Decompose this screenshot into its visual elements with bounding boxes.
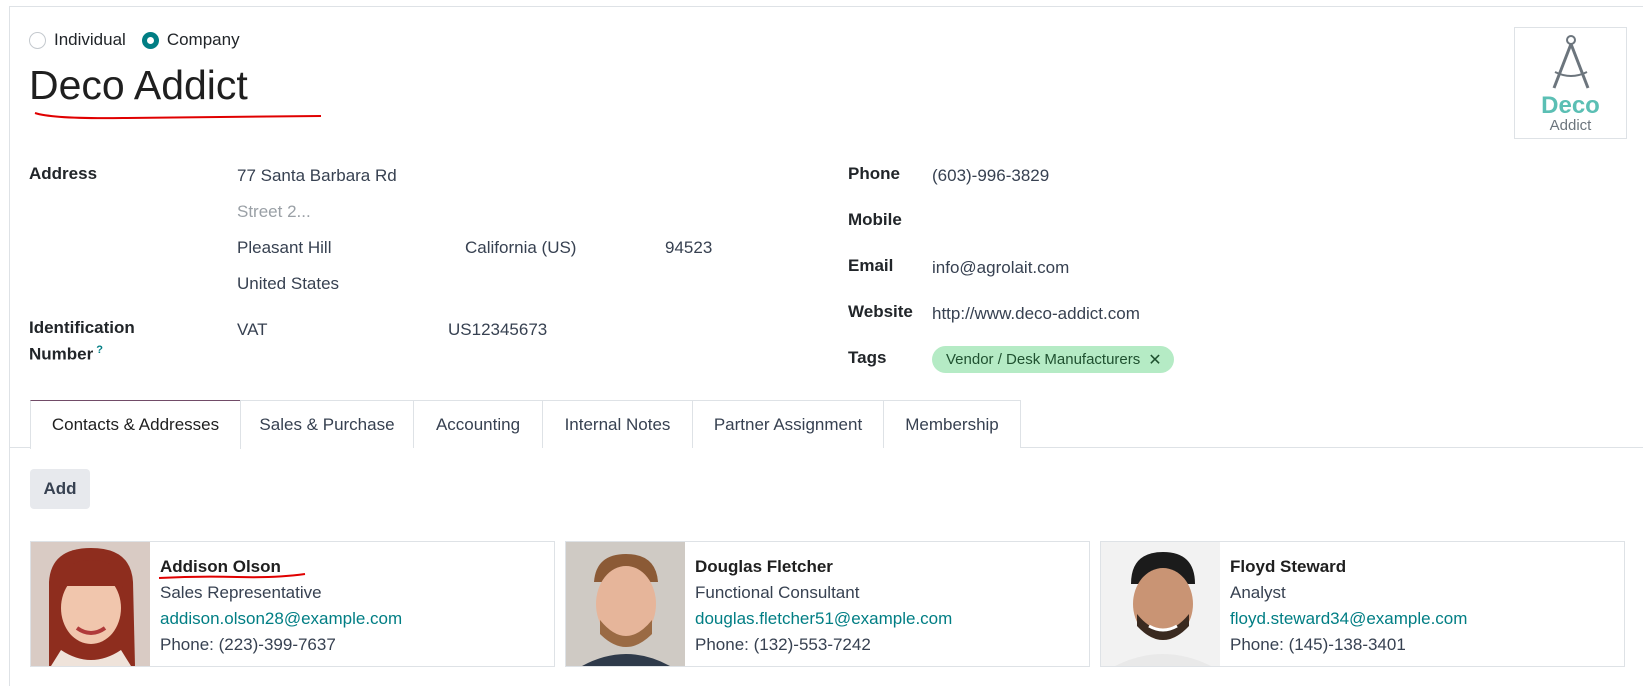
contact-role: Analyst: [1230, 583, 1286, 602]
mobile-field[interactable]: [932, 212, 1232, 232]
red-annotation-underline: [158, 573, 306, 579]
state-field[interactable]: California (US): [465, 238, 576, 258]
contact-info: Floyd Steward Analyst floyd.steward34@ex…: [1230, 554, 1467, 658]
tab-contacts-addresses[interactable]: Contacts & Addresses: [30, 400, 241, 449]
company-logo[interactable]: Deco Addict: [1514, 27, 1627, 139]
tab-accounting[interactable]: Accounting: [413, 400, 543, 448]
contact-avatar: [566, 542, 685, 666]
address-label: Address: [29, 164, 98, 183]
identification-label: Identification: [29, 318, 135, 338]
company-name-field[interactable]: Deco Addict: [29, 62, 248, 109]
radio-individual-circle[interactable]: [29, 31, 46, 49]
id-number-field[interactable]: US12345673: [448, 320, 547, 340]
radio-individual[interactable]: Individual: [29, 30, 126, 50]
radio-company[interactable]: Company: [141, 30, 240, 50]
add-contact-button[interactable]: Add: [30, 469, 90, 509]
id-type-field[interactable]: VAT: [237, 320, 268, 340]
contact-avatar: [1101, 542, 1220, 666]
logo-text-addict: Addict: [1549, 117, 1592, 134]
avatar-man-icon: [1101, 542, 1220, 666]
radio-individual-label: Individual: [54, 30, 126, 49]
contact-card[interactable]: Douglas Fletcher Functional Consultant d…: [565, 541, 1090, 667]
contact-phone: Phone: (145)-138-3401: [1230, 635, 1406, 654]
avatar-man-icon: [566, 542, 685, 666]
street2-field[interactable]: Street 2...: [237, 202, 311, 222]
tag-remove-icon[interactable]: ✕: [1148, 350, 1161, 370]
identification-label-2: Number?: [29, 344, 103, 365]
contact-info: Douglas Fletcher Functional Consultant d…: [695, 554, 952, 658]
tab-partner-assignment[interactable]: Partner Assignment: [692, 400, 884, 448]
tag-label: Vendor / Desk Manufacturers: [946, 351, 1141, 368]
phone-label: Phone: [848, 164, 900, 183]
phone-field[interactable]: (603)-996-3829: [932, 166, 1049, 186]
website-label: Website: [848, 302, 913, 321]
identification-label-line2: Number: [29, 344, 94, 364]
radio-company-label: Company: [166, 30, 240, 49]
country-field[interactable]: United States: [237, 274, 339, 294]
contact-role: Functional Consultant: [695, 583, 860, 602]
email-label: Email: [848, 256, 894, 275]
contact-email[interactable]: floyd.steward34@example.com: [1230, 606, 1467, 632]
contact-info: Addison Olson Sales Representative addis…: [160, 554, 402, 658]
avatar-woman-icon: [31, 542, 150, 666]
tab-sales-purchase[interactable]: Sales & Purchase: [240, 400, 414, 448]
contact-avatar: [31, 542, 150, 666]
contact-name[interactable]: Floyd Steward: [1230, 554, 1467, 580]
contact-card[interactable]: Addison Olson Sales Representative addis…: [30, 541, 555, 667]
email-field[interactable]: info@agrolait.com: [932, 258, 1069, 278]
contact-email[interactable]: addison.olson28@example.com: [160, 606, 402, 632]
tab-internal-notes[interactable]: Internal Notes: [542, 400, 693, 448]
logo-text-deco: Deco: [1541, 92, 1600, 119]
street-field[interactable]: 77 Santa Barbara Rd: [237, 166, 397, 186]
website-field[interactable]: http://www.deco-addict.com: [932, 304, 1140, 324]
contact-phone: Phone: (132)-553-7242: [695, 635, 871, 654]
identification-label-line1: Identification: [29, 318, 135, 337]
help-tooltip-icon[interactable]: ?: [96, 344, 103, 356]
tag-badge[interactable]: Vendor / Desk Manufacturers ✕: [932, 346, 1174, 373]
mobile-label: Mobile: [848, 210, 902, 229]
tags-label: Tags: [848, 348, 887, 367]
contact-name[interactable]: Douglas Fletcher: [695, 554, 952, 580]
red-annotation-underline: [34, 112, 322, 120]
tab-membership[interactable]: Membership: [883, 400, 1021, 448]
partner-type-selector: Individual Company: [29, 30, 256, 50]
contact-phone: Phone: (223)-399-7637: [160, 635, 336, 654]
contact-card[interactable]: Floyd Steward Analyst floyd.steward34@ex…: [1100, 541, 1625, 667]
contact-role: Sales Representative: [160, 583, 322, 602]
radio-company-circle[interactable]: [141, 31, 159, 49]
city-field[interactable]: Pleasant Hill: [237, 238, 332, 258]
contact-email[interactable]: douglas.fletcher51@example.com: [695, 606, 952, 632]
compass-icon: [1552, 35, 1590, 89]
zip-field[interactable]: 94523: [665, 238, 712, 258]
